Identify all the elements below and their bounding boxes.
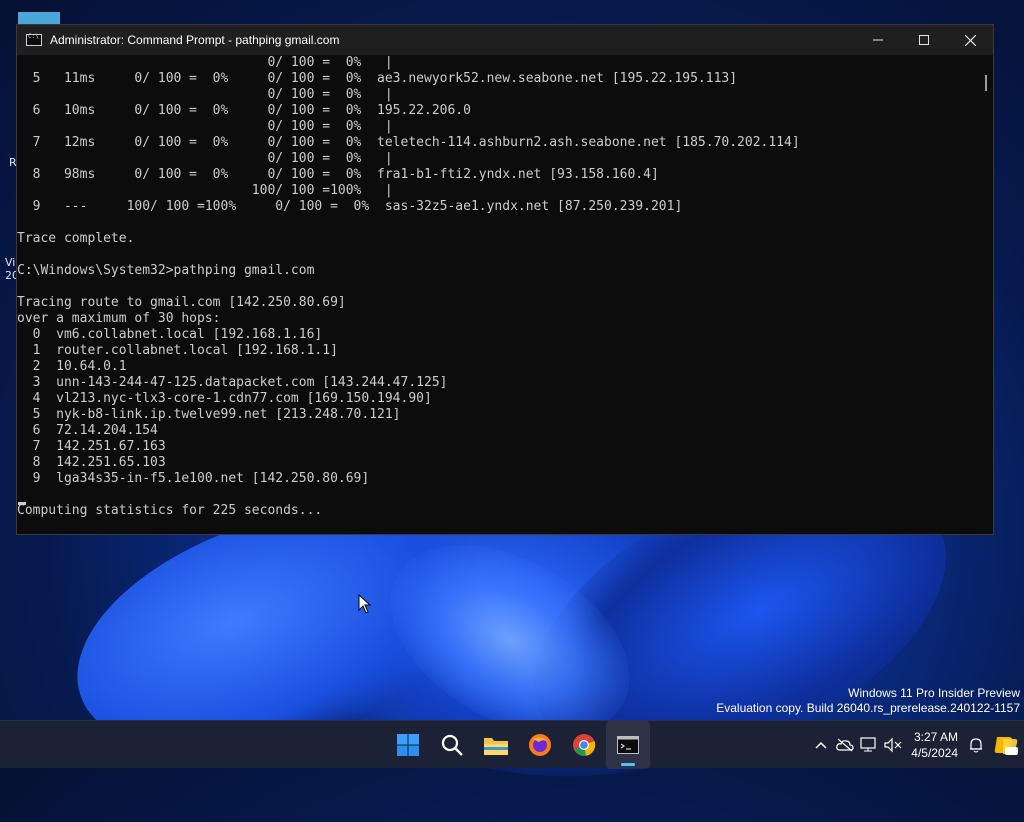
maximize-icon xyxy=(919,35,929,45)
close-icon xyxy=(964,34,976,46)
console-line: 9 lga34s35-in-f5.1e100.net [142.250.80.6… xyxy=(17,471,370,486)
firefox-icon xyxy=(529,734,551,756)
watermark-line: Windows 11 Pro Insider Preview xyxy=(848,686,1020,700)
chrome-button[interactable] xyxy=(562,721,606,769)
console-line: 4 vl213.nyc-tlx3-core-1.cdn77.com [169.1… xyxy=(17,391,432,406)
chevron-up-icon xyxy=(815,741,827,749)
console-line: 9 --- 100/ 100 =100% 0/ 100 = 0% sas-32z… xyxy=(17,199,683,214)
scrollbar[interactable] xyxy=(979,55,993,534)
firefox-button[interactable] xyxy=(518,721,562,769)
folder-icon xyxy=(484,738,508,755)
clock-time: 3:27 AM xyxy=(913,730,958,744)
close-button[interactable] xyxy=(947,25,993,55)
copilot-icon xyxy=(994,737,1018,755)
console-line: C:\Windows\System32>pathping gmail.com xyxy=(17,263,315,278)
console-line: 3 unn-143-244-47-125.datapacket.com [143… xyxy=(17,375,448,390)
console-line: Trace complete. xyxy=(17,231,135,246)
evaluation-watermark: Windows 11 Pro Insider Preview Evaluatio… xyxy=(716,686,1020,716)
active-indicator xyxy=(621,763,635,766)
cmd-icon xyxy=(26,33,42,46)
start-button[interactable] xyxy=(386,721,430,769)
copilot-button[interactable] xyxy=(988,721,1024,769)
file-explorer-button[interactable] xyxy=(474,721,518,769)
minimize-icon xyxy=(873,39,883,41)
taskbar-apps xyxy=(386,721,650,769)
console-line: 1 router.collabnet.local [192.168.1.1] xyxy=(17,343,338,358)
window-title: Administrator: Command Prompt - pathping… xyxy=(50,33,340,47)
console-line: 8 98ms 0/ 100 = 0% 0/ 100 = 0% fra1-b1-f… xyxy=(17,167,659,182)
cloud-offline-icon xyxy=(836,738,854,752)
console-line: 6 10ms 0/ 100 = 0% 0/ 100 = 0% 195.22.20… xyxy=(17,103,471,118)
maximize-button[interactable] xyxy=(901,25,947,55)
title-bar[interactable]: Administrator: Command Prompt - pathping… xyxy=(17,25,993,55)
console-line: 6 72.14.204.154 xyxy=(17,423,158,438)
command-prompt-window[interactable]: Administrator: Command Prompt - pathping… xyxy=(16,24,994,535)
clock-date: 4/5/2024 xyxy=(911,746,958,760)
chrome-icon xyxy=(573,734,596,756)
watermark-line: Evaluation copy. Build 26040.rs_prerelea… xyxy=(716,701,1020,715)
network-icon xyxy=(860,737,876,752)
mouse-pointer-icon xyxy=(358,594,372,614)
notifications-button[interactable] xyxy=(964,721,988,769)
console-line: 5 11ms 0/ 100 = 0% 0/ 100 = 0% ae3.newyo… xyxy=(17,71,738,86)
bell-icon xyxy=(970,738,982,753)
console-output[interactable]: 0/ 100 = 0% | 5 11ms 0/ 100 = 0% 0/ 100 … xyxy=(17,55,979,534)
search-button[interactable] xyxy=(430,721,474,769)
scrollbar-thumb[interactable] xyxy=(985,75,987,91)
console-line: 7 12ms 0/ 100 = 0% 0/ 100 = 0% teletech-… xyxy=(17,135,800,150)
text-cursor xyxy=(18,502,26,505)
console-line: 8 142.251.65.103 xyxy=(17,455,166,470)
taskbar: 3:27 AM 4/5/2024 xyxy=(0,720,1024,769)
window-controls xyxy=(855,25,993,55)
console-line: 100/ 100 =100% | xyxy=(17,183,393,198)
console-line: 0/ 100 = 0% | xyxy=(17,151,393,166)
onedrive-button[interactable] xyxy=(833,721,857,769)
volume-muted-icon xyxy=(884,737,902,753)
system-tray: 3:27 AM 4/5/2024 xyxy=(809,721,1024,769)
console-line: 0/ 100 = 0% | xyxy=(17,87,393,102)
console-line: 7 142.251.67.163 xyxy=(17,439,166,454)
minimize-button[interactable] xyxy=(855,25,901,55)
console-line: Tracing route to gmail.com [142.250.80.6… xyxy=(17,295,346,310)
console-line: 0/ 100 = 0% | xyxy=(17,55,393,70)
windows-logo-icon xyxy=(397,734,419,756)
console-line: 0/ 100 = 0% | xyxy=(17,119,393,134)
console-line: over a maximum of 30 hops: xyxy=(17,311,221,326)
desktop-text-fragment: Vi xyxy=(5,256,16,269)
console-line: Computing statistics for 225 seconds... xyxy=(17,503,323,518)
network-button[interactable] xyxy=(857,721,881,769)
terminal-icon xyxy=(617,736,639,754)
terminal-button[interactable] xyxy=(606,721,650,769)
console-line: 5 nyk-b8-link.ip.twelve99.net [213.248.7… xyxy=(17,407,401,422)
console-line: 0 vm6.collabnet.local [192.168.1.16] xyxy=(17,327,323,342)
volume-button[interactable] xyxy=(881,721,905,769)
clock[interactable]: 3:27 AM 4/5/2024 xyxy=(911,729,958,761)
console-line: 2 10.64.0.1 xyxy=(17,359,127,374)
search-icon xyxy=(441,734,463,756)
show-hidden-icons-button[interactable] xyxy=(809,721,833,769)
